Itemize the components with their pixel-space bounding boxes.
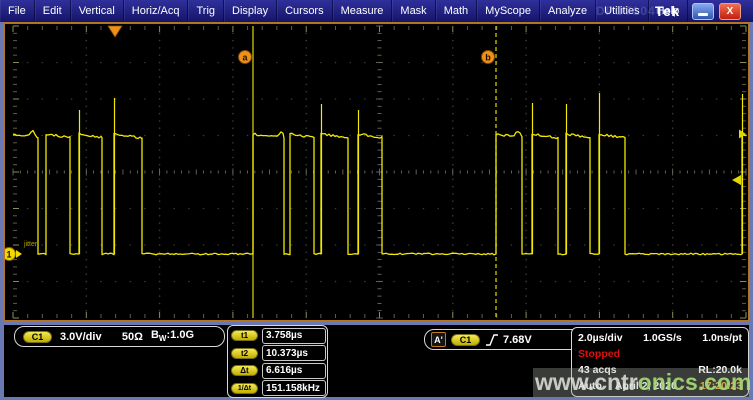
oscilloscope-window: File Edit Vertical Horiz/Acq Trig Displa…: [0, 0, 753, 400]
channel1-readout[interactable]: C1 3.0V/div 50Ω BW:1.0G: [14, 326, 225, 347]
minimize-icon: [698, 13, 708, 16]
t2-badge: t2: [231, 348, 258, 359]
tek-logo: Tek: [655, 3, 680, 19]
watermark-part2: onics.com: [638, 369, 752, 395]
dt-badge: Δt: [231, 365, 258, 376]
channel1-badge: C1: [23, 331, 52, 343]
acq-row-status: Stopped: [578, 346, 742, 361]
channel1-trace: [13, 131, 746, 255]
dt-value: 6.616µs: [262, 363, 326, 379]
t2-value: 10.373µs: [262, 345, 326, 361]
menu-trig[interactable]: Trig: [188, 0, 224, 22]
waveform-canvas: ab1jitter: [5, 24, 748, 320]
cursor-row-dt: Δt 6.616µs: [228, 362, 327, 380]
menu-vertical[interactable]: Vertical: [71, 0, 124, 22]
channel1-marker-arrow-icon: [16, 250, 22, 258]
trigger-level-arrow-icon[interactable]: [732, 175, 741, 185]
close-button[interactable]: X: [719, 3, 741, 20]
menu-display[interactable]: Display: [224, 0, 277, 22]
close-icon: X: [727, 6, 734, 17]
bw-prefix: B: [151, 329, 159, 341]
menu-mask[interactable]: Mask: [392, 0, 435, 22]
resolution-value: 1.0ns/pt: [702, 332, 742, 344]
menu-measure[interactable]: Measure: [333, 0, 393, 22]
menu-bar: File Edit Vertical Horiz/Acq Trig Displa…: [0, 0, 753, 22]
scope-display: ab1jitter: [3, 22, 750, 322]
cursor-row-t2: t2 10.373µs: [228, 345, 327, 363]
trigger-readout[interactable]: A' C1 7.68V: [424, 329, 587, 350]
t1-badge: t1: [231, 330, 258, 341]
cursor-readout: t1 3.758µs t2 10.373µs Δt 6.616µs 1/Δt 1…: [227, 325, 328, 398]
channel1-marker-text: 1: [6, 250, 11, 260]
inv-dt-badge: 1/Δt: [231, 383, 258, 394]
readout-strip: C1 3.0V/div 50Ω BW:1.0G t1 3.758µs t2 10…: [4, 325, 749, 397]
menu-file[interactable]: File: [0, 0, 35, 22]
trigger-source-badge: C1: [451, 334, 480, 346]
channel1-scale: 3.0V/div: [60, 331, 102, 343]
menu-math[interactable]: Math: [436, 0, 477, 22]
menu-myscope[interactable]: MyScope: [477, 0, 540, 22]
minimize-button[interactable]: [692, 3, 714, 20]
cursor-b-label-text: b: [485, 53, 491, 63]
timebase-value: 2.0µs/div: [578, 332, 623, 344]
watermark-part1: www.cntr: [535, 369, 638, 395]
menu-cursors[interactable]: Cursors: [277, 0, 333, 22]
trigger-mode-icon: A': [431, 332, 446, 347]
menu-horiz-acq[interactable]: Horiz/Acq: [124, 0, 189, 22]
bw-value: :1.0G: [166, 329, 194, 341]
trigger-position-marker[interactable]: [108, 26, 122, 37]
cursor-row-1dt: 1/Δt 151.158kHz: [228, 380, 327, 398]
rising-edge-icon: [485, 333, 499, 347]
acquisition-status: Stopped: [578, 348, 620, 360]
channel1-bandwidth: BW:1.0G: [151, 329, 194, 343]
channel1-impedance: 50Ω: [122, 331, 143, 343]
menu-edit[interactable]: Edit: [35, 0, 71, 22]
inv-dt-value: 151.158kHz: [262, 380, 326, 396]
waveform-label: jitter: [23, 241, 38, 248]
acq-row-timebase: 2.0µs/div 1.0GS/s 1.0ns/pt: [578, 330, 742, 345]
menu-analyze[interactable]: Analyze: [540, 0, 596, 22]
cursor-row-t1: t1 3.758µs: [228, 327, 327, 345]
trigger-level-value: 7.68V: [503, 334, 532, 346]
watermark-text: www.cntronics.com: [535, 369, 751, 396]
sample-rate-value: 1.0GS/s: [643, 332, 682, 344]
t1-value: 3.758µs: [262, 328, 326, 344]
